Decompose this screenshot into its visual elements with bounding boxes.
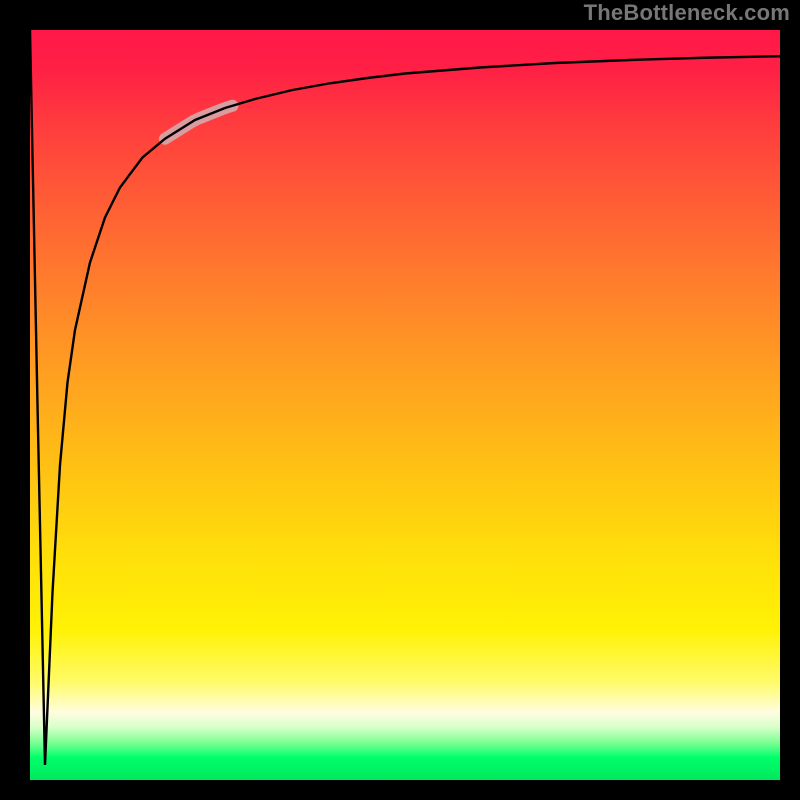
plot-area <box>30 30 780 780</box>
chart-frame: TheBottleneck.com <box>0 0 800 800</box>
watermark-text: TheBottleneck.com <box>584 0 790 26</box>
bottleneck-curve <box>30 30 780 765</box>
curve-layer <box>30 30 780 780</box>
